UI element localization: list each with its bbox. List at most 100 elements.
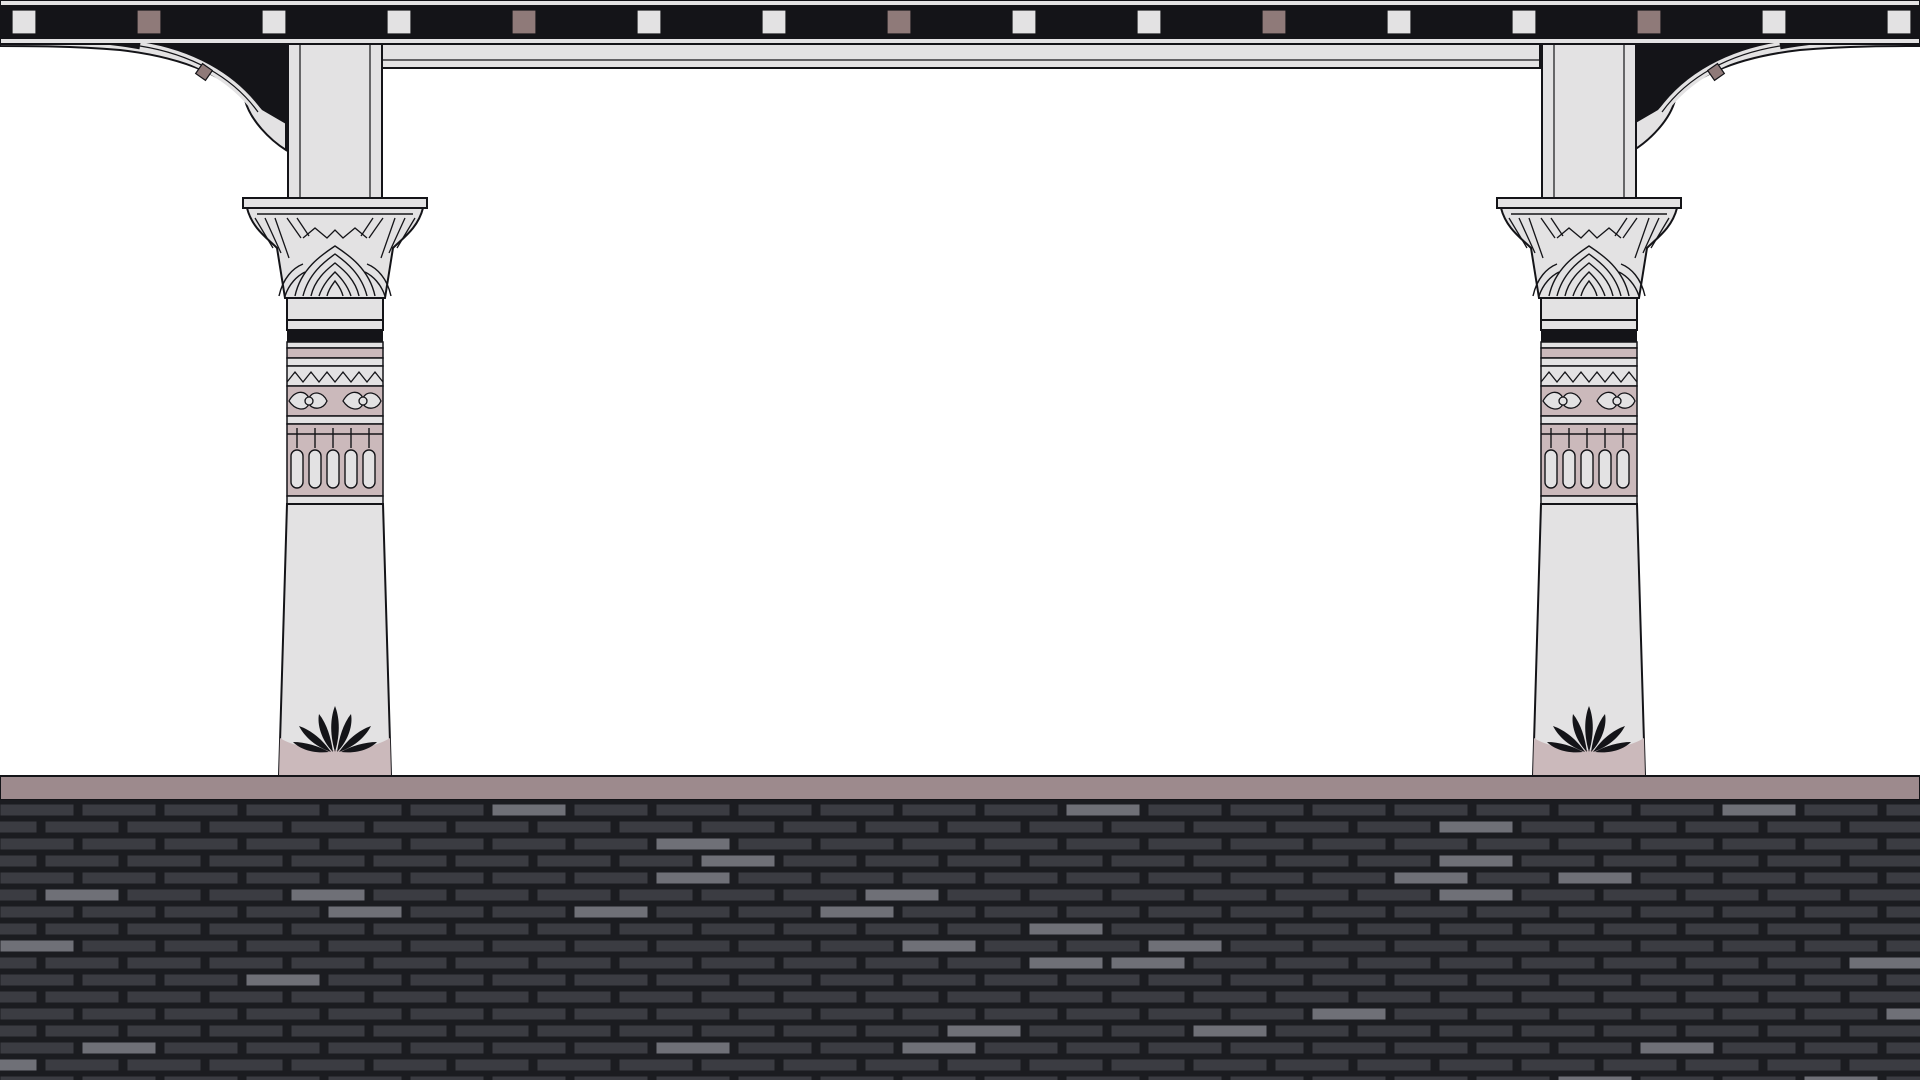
brick (81, 1075, 157, 1080)
brick (1065, 905, 1141, 919)
brick (1520, 922, 1596, 936)
brick (737, 1041, 813, 1055)
brick (1065, 837, 1141, 851)
brick (1311, 871, 1387, 885)
brick (1803, 871, 1879, 885)
brick (0, 820, 38, 834)
brick (1110, 922, 1186, 936)
brick (1803, 905, 1879, 919)
brick (163, 1007, 239, 1021)
brick (1885, 871, 1920, 885)
brick (819, 973, 895, 987)
brick (409, 1041, 485, 1055)
brick (290, 990, 366, 1004)
brick (1885, 803, 1920, 817)
brick (536, 820, 612, 834)
frieze-tile (136, 9, 162, 35)
brick (700, 1058, 776, 1072)
brick (126, 854, 202, 868)
brick (1721, 905, 1797, 919)
brick (946, 888, 1022, 902)
brick (1028, 1024, 1104, 1038)
brick (126, 888, 202, 902)
brick (819, 837, 895, 851)
brick (618, 1024, 694, 1038)
brick (1684, 1058, 1760, 1072)
brick (655, 939, 731, 953)
brick (1766, 956, 1842, 970)
brick (1229, 1007, 1305, 1021)
brick (1684, 820, 1760, 834)
brick (81, 973, 157, 987)
brick (782, 1058, 858, 1072)
lintel-beam (379, 43, 1541, 69)
brick (0, 922, 38, 936)
brick (0, 1024, 38, 1038)
game-scene (0, 0, 1920, 1080)
brick (245, 1075, 321, 1080)
brick (901, 1075, 977, 1080)
brick (327, 905, 403, 919)
brick (1274, 1024, 1350, 1038)
brick (782, 820, 858, 834)
brick (81, 905, 157, 919)
brick (864, 956, 940, 970)
brick (1721, 871, 1797, 885)
brick (1438, 888, 1514, 902)
brick (163, 905, 239, 919)
brick (1393, 871, 1469, 885)
brick (1721, 1075, 1797, 1080)
brick (163, 1041, 239, 1055)
brick (737, 1075, 813, 1080)
brick (1356, 922, 1432, 936)
brick (327, 1075, 403, 1080)
brick (1557, 871, 1633, 885)
brick (163, 973, 239, 987)
brick (1803, 973, 1879, 987)
brick (1028, 990, 1104, 1004)
brick (1393, 939, 1469, 953)
brick (245, 837, 321, 851)
brick (208, 820, 284, 834)
brick (0, 905, 75, 919)
brick (1639, 973, 1715, 987)
brick (491, 871, 567, 885)
brick (454, 956, 530, 970)
brick (1766, 820, 1842, 834)
brick (618, 990, 694, 1004)
brick (208, 888, 284, 902)
frieze-tile (11, 9, 37, 35)
brick (409, 939, 485, 953)
brick (0, 854, 38, 868)
brick (946, 1058, 1022, 1072)
frieze-tile (1261, 9, 1287, 35)
brick (737, 1007, 813, 1021)
brick (1229, 939, 1305, 953)
brick (1192, 1058, 1268, 1072)
brick (1520, 1058, 1596, 1072)
brick (208, 1058, 284, 1072)
brick (1803, 1041, 1879, 1055)
brick (1803, 837, 1879, 851)
brick (372, 820, 448, 834)
brick (409, 803, 485, 817)
brick (655, 1075, 731, 1080)
brick (0, 1007, 75, 1021)
brick (1028, 956, 1104, 970)
brick (700, 888, 776, 902)
brick (163, 939, 239, 953)
brick (0, 1041, 75, 1055)
brick (700, 854, 776, 868)
brick (1848, 956, 1920, 970)
brick (1520, 820, 1596, 834)
brick (655, 1041, 731, 1055)
brick (454, 888, 530, 902)
brick (163, 871, 239, 885)
brick (536, 1024, 612, 1038)
brick (737, 837, 813, 851)
brick (1475, 1075, 1551, 1080)
brick (1475, 973, 1551, 987)
frieze-tile (386, 9, 412, 35)
brick (81, 1041, 157, 1055)
brick (1110, 888, 1186, 902)
